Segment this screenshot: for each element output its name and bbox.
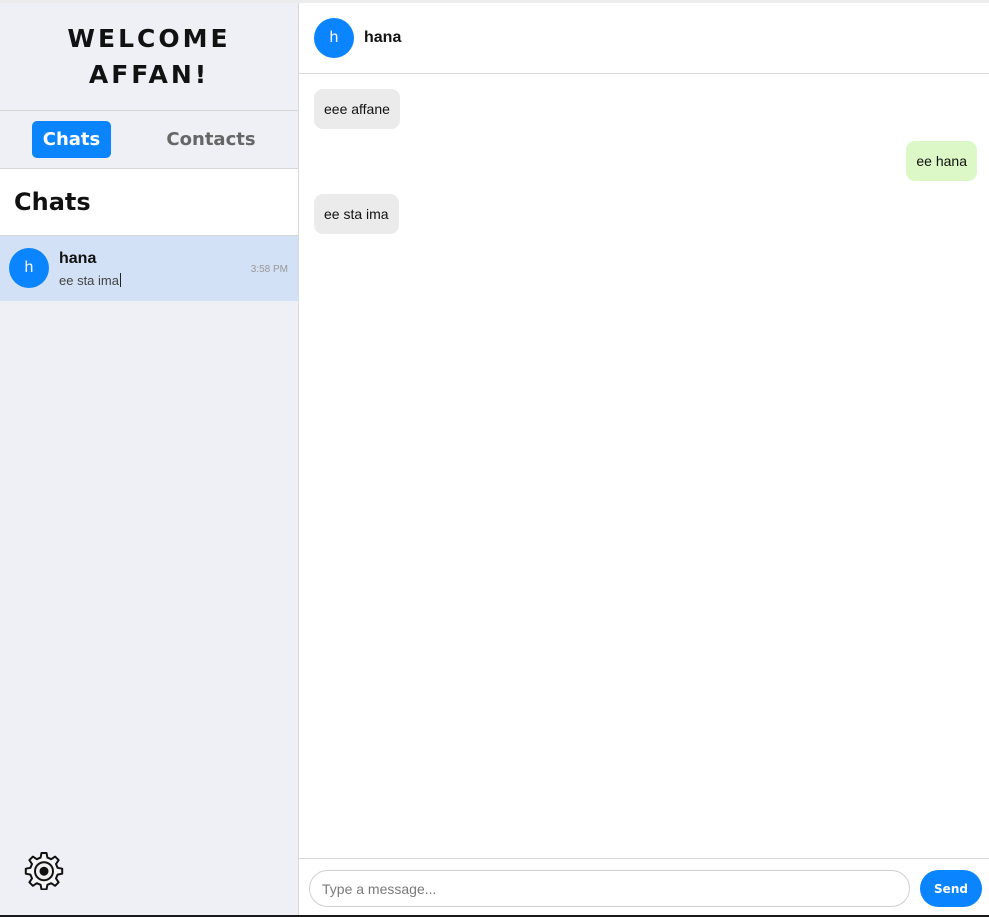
chat-contact-name: hana (364, 29, 402, 46)
welcome-banner: WELCOME AFFAN! (0, 3, 298, 111)
message-incoming: eee affane (314, 89, 400, 129)
tab-chats[interactable]: Chats (32, 121, 111, 158)
avatar: h (314, 18, 354, 58)
message-outgoing: ee hana (906, 141, 977, 181)
sidebar: WELCOME AFFAN! Chats Contacts Chats h ha… (0, 3, 299, 915)
conversation-time: 3:58 PM (250, 264, 288, 275)
sidebar-tabs: Chats Contacts (0, 111, 298, 169)
chats-section-header: Chats (0, 169, 298, 236)
message-list: eee affane ee hana ee sta ima (299, 74, 989, 858)
welcome-title: WELCOME AFFAN! (67, 23, 231, 89)
conversation-name: hana (59, 250, 97, 267)
chat-panel: h hana eee affane ee hana ee sta ima Sen… (299, 3, 989, 915)
chats-heading: Chats (14, 188, 91, 216)
chat-app: WELCOME AFFAN! Chats Contacts Chats h ha… (0, 0, 989, 917)
conversation-preview: ee sta ima (59, 273, 121, 288)
message-input[interactable] (309, 870, 910, 907)
message-composer: Send (299, 858, 989, 915)
conversation-preview-text: ee sta ima (59, 273, 119, 288)
tab-contacts[interactable]: Contacts (155, 121, 267, 158)
avatar: h (9, 248, 49, 288)
text-cursor (119, 273, 121, 287)
chat-header: h hana (299, 3, 989, 74)
send-button[interactable]: Send (920, 870, 982, 907)
message-incoming: ee sta ima (314, 194, 399, 234)
gear-icon[interactable] (24, 850, 64, 891)
conversation-item-hana[interactable]: h hana ee sta ima 3:58 PM (0, 236, 298, 301)
